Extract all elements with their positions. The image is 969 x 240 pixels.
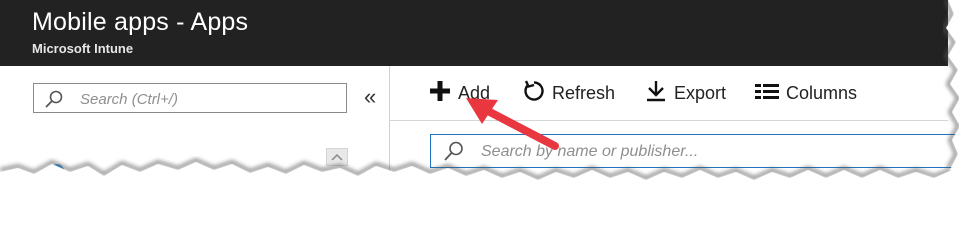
page-title: Mobile apps - Apps: [32, 8, 249, 36]
sidebar: «: [0, 66, 390, 186]
screenshot-frame: Mobile apps - Apps Microsoft Intune «: [0, 0, 969, 206]
sidebar-search-box[interactable]: [33, 83, 347, 113]
columns-icon: [754, 81, 780, 106]
add-button-label: Add: [458, 82, 491, 103]
main-pane: Add Refresh Export Columns Search by nam…: [390, 66, 969, 186]
chevron-up-icon: [331, 153, 343, 161]
scroll-up-button[interactable]: [326, 148, 348, 166]
refresh-button[interactable]: Refresh: [522, 80, 615, 106]
command-bar: Add Refresh Export Columns: [390, 66, 948, 121]
blade-header: Mobile apps - Apps Microsoft Intune: [0, 0, 948, 66]
columns-button[interactable]: Columns: [754, 80, 857, 106]
refresh-button-label: Refresh: [552, 82, 616, 103]
search-icon: [45, 90, 63, 108]
apps-search-input[interactable]: [479, 141, 903, 163]
plus-icon: [428, 79, 452, 108]
apps-search-box[interactable]: [430, 134, 969, 168]
sidebar-search-input[interactable]: [78, 88, 342, 110]
search-icon: [444, 141, 463, 161]
add-button[interactable]: Add: [428, 80, 490, 106]
columns-button-label: Columns: [786, 82, 858, 103]
refresh-icon: [522, 79, 546, 108]
double-chevron-left-icon[interactable]: «: [364, 84, 376, 110]
download-icon: [644, 79, 668, 108]
page-subtitle: Microsoft Intune: [32, 41, 134, 56]
export-button[interactable]: Export: [644, 80, 726, 106]
export-button-label: Export: [674, 82, 727, 103]
menu-item-icon: [50, 164, 64, 178]
